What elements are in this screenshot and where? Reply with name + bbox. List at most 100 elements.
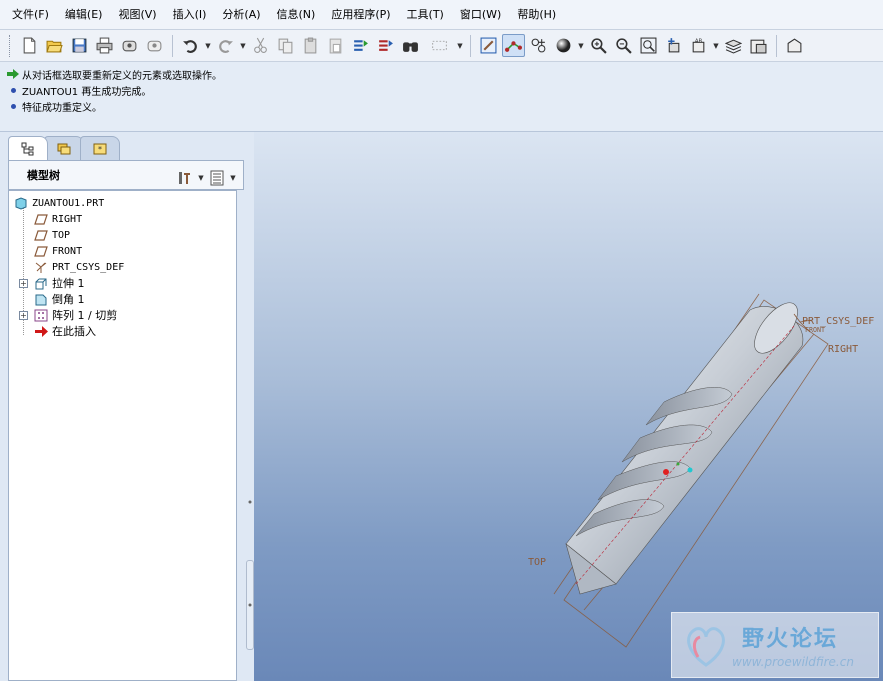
scissors-icon [254,37,267,53]
menu-view[interactable]: 视图(V) [110,0,164,30]
tree-item[interactable]: 在此插入 [9,323,236,339]
front-label[interactable]: FRONT [805,326,826,334]
chamfer-icon [33,292,49,306]
undo-dropdown[interactable]: ▼ [204,34,212,57]
tree-settings-button[interactable] [175,169,195,187]
refit-button[interactable] [637,34,660,57]
view-manager-button[interactable] [747,34,770,57]
tree-columns-dropdown[interactable]: ▼ [229,166,237,189]
zoom-out-button[interactable] [612,34,635,57]
forum-watermark: 野火论坛 www.proewildfire.cn [671,612,879,678]
paste-button[interactable] [299,34,322,57]
mail-icon [122,40,137,52]
reorient-button[interactable] [662,34,685,57]
select-box-button[interactable] [424,34,454,57]
shading-dropdown[interactable]: ▼ [577,34,585,57]
tree-item-label: PRT_CSYS_DEF [52,261,125,273]
datum-point-marker[interactable] [687,467,693,473]
toolbar-separator [776,34,777,57]
point-display-button[interactable] [527,34,550,57]
layers-button[interactable] [722,34,745,57]
extrude-icon [33,276,49,290]
message-line: ZUANTOU1 再生成功完成。 [6,82,877,98]
tree-columns-button[interactable] [207,169,227,187]
zoom-in-button[interactable] [587,34,610,57]
tree-settings-dropdown[interactable]: ▼ [197,166,205,189]
model-setup-button[interactable] [783,34,806,57]
undo-button[interactable] [179,34,202,57]
model-tree-icon [21,142,34,155]
panel-splitter-handle[interactable] [246,452,254,552]
regenerate-manager-icon [379,40,393,51]
tab-model-tree[interactable] [8,136,48,160]
datum-point-marker[interactable] [663,469,669,475]
svg-text:*: * [98,145,102,154]
menu-help[interactable]: 帮助(H) [509,0,564,30]
graphics-viewport[interactable]: PRT_CSYS_DEF FRONT RIGHT TOP [254,132,883,681]
print-button[interactable] [93,34,116,57]
tree-item-label: FRONT [52,245,83,257]
menu-info[interactable]: 信息(N) [269,0,324,30]
tab-folder-browser[interactable] [44,136,84,160]
svg-text:AB: AB [695,38,703,44]
save-button[interactable] [68,34,91,57]
tab-favorites[interactable]: * [80,136,120,160]
tree-item[interactable]: + 拉伸 1 [9,275,236,291]
datum-plane-icon [33,244,49,258]
tree-item-label: 倒角 1 [52,293,85,306]
right-label[interactable]: RIGHT [828,344,858,355]
panel-collapse-handle[interactable] [246,560,254,650]
datum-display-button[interactable] [477,34,500,57]
tree-item-label: TOP [52,229,71,241]
tree-expand-toggle[interactable]: + [19,278,28,288]
redo-button[interactable] [214,34,237,57]
refit-icon [640,37,657,54]
cut-button[interactable] [249,34,272,57]
binoculars-icon [403,42,418,52]
top-label[interactable]: TOP [528,557,546,568]
view-manager-icon [750,39,767,54]
saved-views-dropdown[interactable]: ▼ [712,34,720,57]
axis-display-button[interactable] [502,34,525,57]
tree-expand-toggle[interactable]: + [19,310,28,320]
menu-window[interactable]: 窗口(W) [452,0,509,30]
toolbar-grip[interactable] [9,34,13,57]
tree-item[interactable]: 倒角 1 [9,291,236,307]
menu-analysis[interactable]: 分析(A) [214,0,268,30]
datum-point-marker[interactable] [676,462,680,466]
tree-item-label: 拉伸 1 [52,277,85,290]
redo-dropdown[interactable]: ▼ [239,34,247,57]
tree-item[interactable]: FRONT [9,243,236,259]
saved-views-button[interactable]: AB [687,34,710,57]
menu-insert[interactable]: 插入(I) [165,0,215,30]
send-mail-button[interactable] [118,34,141,57]
menu-file[interactable]: 文件(F) [4,0,57,30]
message-line: 从对话框选取要重新定义的元素或选取操作。 [6,66,877,82]
message-text: ZUANTOU1 再生成功完成。 [22,86,152,98]
selection-box-icon [431,40,447,51]
paste-special-button[interactable] [324,34,347,57]
send-attachment-button[interactable] [143,34,166,57]
regenerate-button[interactable] [349,34,372,57]
tree-item[interactable]: + 阵列 1 / 切剪 [9,307,236,323]
drill-bit-model[interactable]: PRT_CSYS_DEF FRONT RIGHT TOP [254,132,883,681]
watermark-text: 野火论坛 [742,627,839,652]
open-file-button[interactable] [43,34,66,57]
regenerate-manager-button[interactable] [374,34,397,57]
new-file-button[interactable] [18,34,41,57]
tree-root[interactable]: ZUANTOU1.PRT [9,195,236,211]
tree-item[interactable]: TOP [9,227,236,243]
copy-button[interactable] [274,34,297,57]
shading-button[interactable] [552,34,575,57]
tree-item[interactable]: PRT_CSYS_DEF [9,259,236,275]
select-box-dropdown[interactable]: ▼ [456,34,464,57]
zoom-out-icon [616,38,632,54]
toolbar-separator [470,34,471,57]
menu-tools[interactable]: 工具(T) [399,0,452,30]
tree-item-label: 阵列 1 / 切剪 [52,309,118,322]
tree-item[interactable]: RIGHT [9,211,236,227]
menu-edit[interactable]: 编辑(E) [57,0,111,30]
save-icon [72,38,87,53]
menu-applications[interactable]: 应用程序(P) [323,0,398,30]
find-button[interactable] [399,34,422,57]
